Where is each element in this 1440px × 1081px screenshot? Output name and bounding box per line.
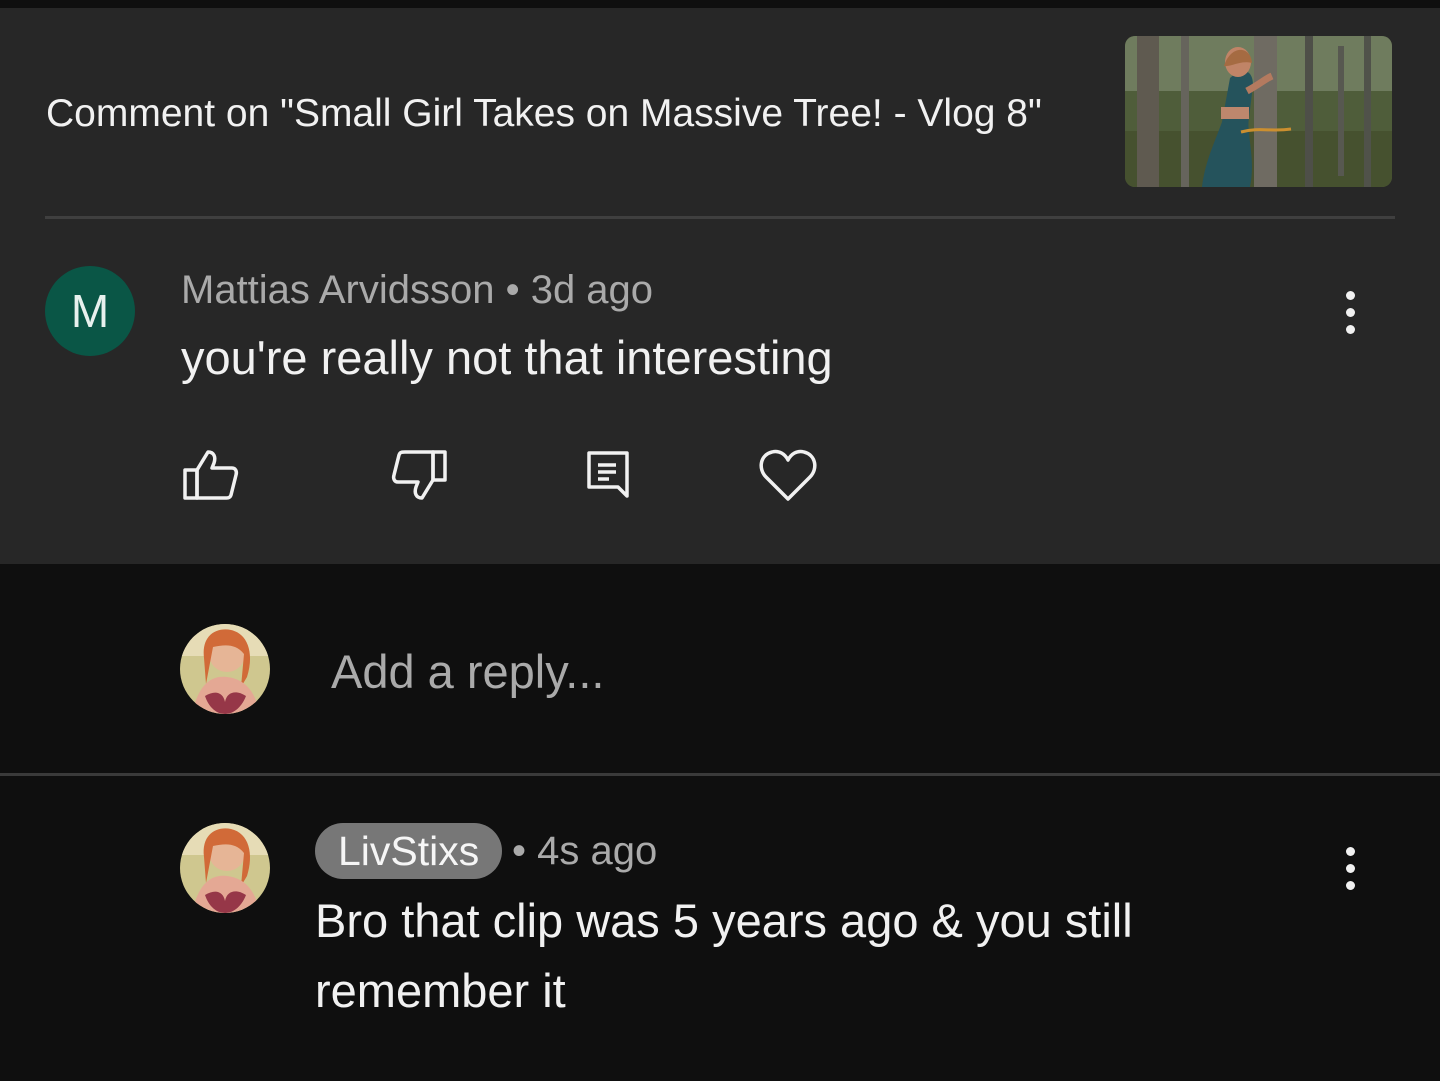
meta-separator: • [494, 268, 531, 312]
dislike-button[interactable] [388, 443, 452, 507]
comment-text: you're really not that interesting [181, 331, 833, 384]
commenter-avatar[interactable]: M [45, 266, 135, 356]
top-strip [0, 0, 1440, 8]
reply-author-avatar[interactable] [180, 823, 270, 913]
reply-icon [587, 451, 629, 498]
reply-input[interactable]: Add a reply... [331, 644, 604, 700]
comment-time: 3d ago [530, 268, 654, 312]
comment-meta: Mattias Arvidsson • 3d ago [181, 266, 653, 314]
current-user-avatar[interactable] [180, 624, 270, 714]
reply-text: Bro that clip was 5 years ago & you stil… [315, 894, 1133, 1017]
more-dot [1345, 863, 1355, 873]
more-dot [1345, 290, 1355, 300]
reply-button[interactable] [576, 443, 640, 507]
more-dot [1345, 880, 1355, 890]
video-thumbnail[interactable] [1125, 36, 1392, 187]
heart-button[interactable] [756, 443, 820, 507]
header-divider [45, 216, 1395, 219]
heart-icon [759, 449, 817, 501]
reply-author-badge[interactable]: LivStixs [315, 823, 503, 879]
dislike-icon [391, 450, 447, 500]
reply-more-button[interactable] [1328, 838, 1372, 898]
more-dot [1345, 324, 1355, 334]
comment-more-button[interactable] [1328, 282, 1372, 342]
video-comment-title[interactable]: Comment on "Small Girl Takes on Massive … [46, 90, 1042, 138]
more-dot [1345, 307, 1355, 317]
like-button[interactable] [178, 443, 242, 507]
section-divider [0, 773, 1440, 776]
more-dot [1345, 846, 1355, 856]
comment-author[interactable]: Mattias Arvidsson [181, 268, 494, 312]
reply-time: • 4s ago [512, 829, 658, 873]
like-icon [183, 450, 239, 500]
